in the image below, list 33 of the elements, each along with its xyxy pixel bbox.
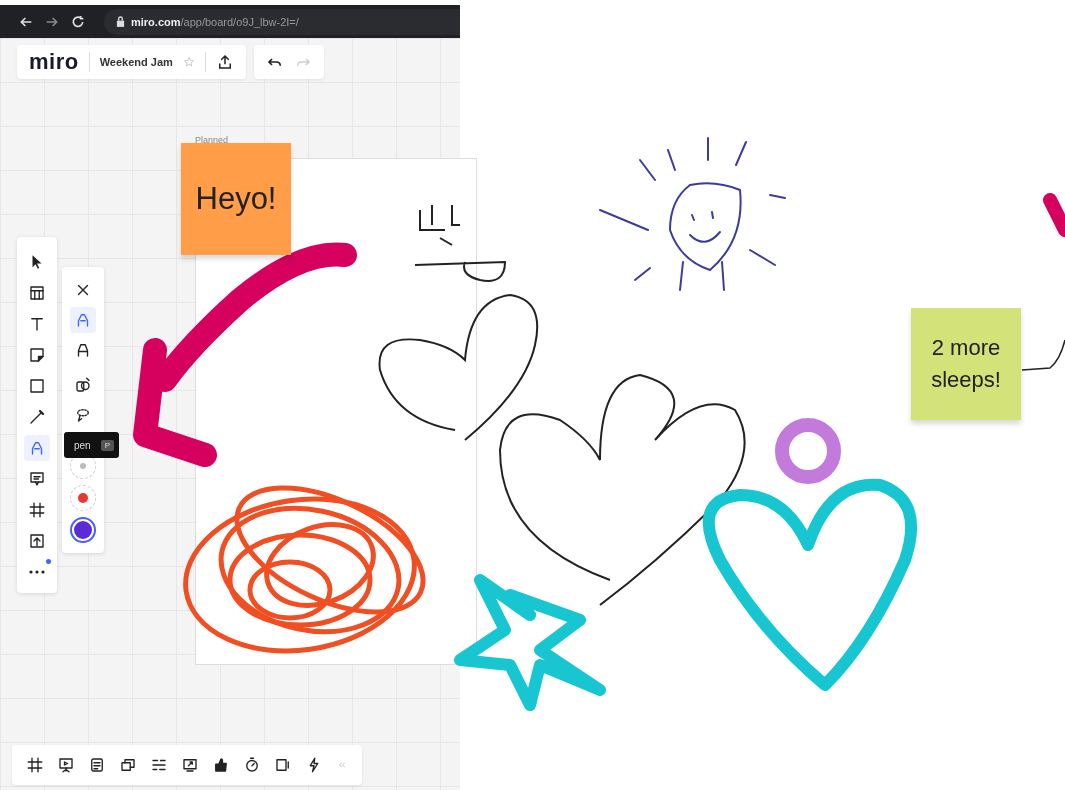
shapes-icon <box>74 376 92 394</box>
url-text: miro.com/app/board/o9J_lbw-2I=/ <box>131 15 299 28</box>
presentation-icon[interactable] <box>57 756 75 774</box>
template-icon <box>28 284 46 302</box>
share-screen-icon[interactable] <box>181 756 199 774</box>
frame-icon[interactable] <box>26 756 44 774</box>
tooltip-label: pen <box>74 439 91 451</box>
more-icon <box>28 569 46 575</box>
lock-icon <box>116 16 125 27</box>
frame-label: Planned <box>195 135 229 145</box>
square-icon <box>28 377 46 395</box>
address-bar[interactable]: miro.com/app/board/o9J_lbw-2I=/ <box>104 8 460 35</box>
text-icon <box>28 315 46 333</box>
comment-icon <box>28 470 46 488</box>
cards-icon[interactable] <box>119 756 137 774</box>
video-icon[interactable] <box>274 756 292 774</box>
frame-icon <box>28 501 46 519</box>
reload-icon[interactable] <box>70 13 86 30</box>
lasso-icon <box>74 406 92 424</box>
miro-logo: miro <box>29 49 79 75</box>
timer-icon[interactable] <box>243 756 261 774</box>
line-icon <box>28 408 46 426</box>
stroke-size-button[interactable] <box>70 517 96 543</box>
sticky-note[interactable]: 2 more sleeps! <box>911 308 1021 420</box>
thumbs-up-icon[interactable] <box>212 756 230 774</box>
shortcut-key: P <box>100 439 115 451</box>
sticky-note-icon <box>28 346 46 364</box>
notes-icon[interactable] <box>88 756 106 774</box>
sticky-note[interactable]: Heyo! <box>181 143 291 255</box>
notification-dot <box>46 559 51 564</box>
star-icon[interactable] <box>182 56 195 68</box>
upload-icon <box>28 532 46 550</box>
board-title[interactable]: Weekend Jam <box>99 56 173 68</box>
